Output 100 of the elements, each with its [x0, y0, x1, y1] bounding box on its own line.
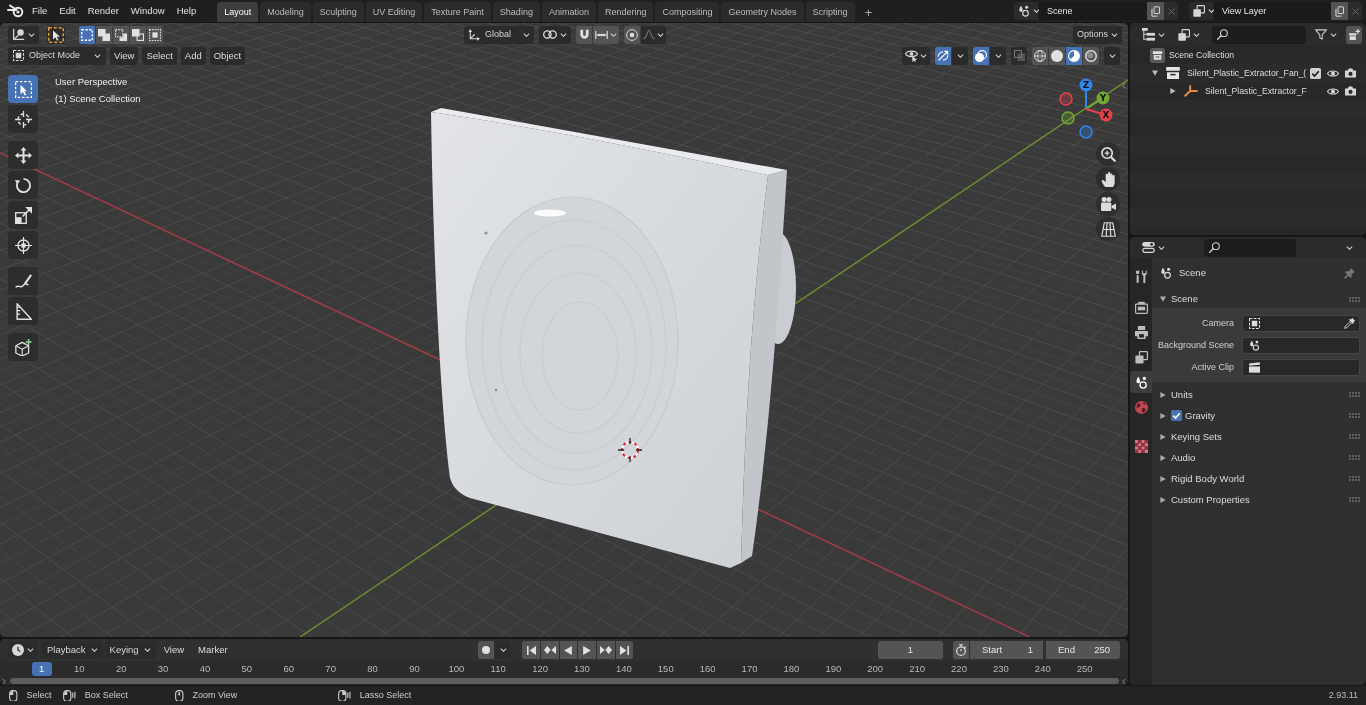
menu-dropdown[interactable]: Playback	[42, 641, 103, 659]
panel-title[interactable]: Scene	[1171, 294, 1198, 304]
checkbox-icon[interactable]	[1310, 67, 1321, 79]
workspace-tab[interactable]: Rendering	[597, 2, 654, 22]
disclosure-triangle-icon[interactable]	[1160, 454, 1166, 461]
workspace-tab[interactable]: Sculpting	[312, 2, 364, 22]
search-field[interactable]	[1204, 238, 1296, 257]
disclosure-triangle-icon[interactable]	[1160, 412, 1166, 419]
grip-dots-icon[interactable]	[1349, 476, 1360, 481]
menu-item[interactable]: Edit	[53, 2, 82, 20]
stopwatch-button[interactable]	[953, 641, 969, 659]
workspace-tab[interactable]: Layout	[217, 2, 259, 22]
disclosure-triangle-icon[interactable]	[1160, 475, 1166, 482]
remove-button[interactable]	[1348, 2, 1362, 20]
properties-tab[interactable]	[1130, 371, 1152, 393]
grip-dots-icon[interactable]	[1349, 497, 1360, 502]
eye-icon[interactable]	[1327, 86, 1339, 96]
play-button[interactable]	[578, 641, 596, 659]
disclosure-triangle-icon[interactable]	[1152, 70, 1158, 76]
checkbox-icon[interactable]	[1171, 410, 1182, 421]
grip-dots-icon[interactable]	[1349, 296, 1360, 302]
disclosure-triangle-icon[interactable]	[1160, 496, 1166, 503]
panel-title[interactable]: Units	[1171, 389, 1193, 400]
photo-camera-icon[interactable]	[1345, 86, 1356, 96]
jump-start-button[interactable]	[522, 641, 540, 659]
duplicate-button[interactable]	[1331, 2, 1348, 20]
menu-item[interactable]: File	[26, 2, 54, 20]
disclosure-triangle-icon[interactable]	[1160, 433, 1166, 440]
scene-field[interactable]: Scene	[1039, 2, 1147, 20]
app-logo-icon[interactable]	[7, 4, 24, 18]
add-workspace-button[interactable]: +	[860, 2, 877, 22]
workspace-tab[interactable]: Geometry Nodes	[721, 2, 804, 22]
workspace-tab[interactable]: Compositing	[655, 2, 720, 22]
tool-button[interactable]	[8, 267, 38, 295]
object-field[interactable]	[1242, 315, 1360, 332]
menu-dropdown[interactable]: Keying	[104, 641, 156, 659]
view-layer-field[interactable]: View Layer	[1214, 2, 1331, 20]
start-frame-field[interactable]: Start 1	[970, 641, 1043, 659]
object-field[interactable]	[1242, 337, 1360, 354]
menu-item[interactable]: Help	[170, 2, 203, 20]
negative-axis-handle[interactable]	[1059, 92, 1073, 106]
tool-button[interactable]	[8, 171, 38, 199]
tool-button[interactable]	[8, 231, 38, 259]
menu-item[interactable]: Window	[124, 2, 171, 20]
negative-axis-handle[interactable]	[1079, 125, 1093, 139]
eye-icon[interactable]	[1327, 68, 1339, 78]
disclosure-triangle-icon[interactable]	[1170, 88, 1176, 94]
workspace-tab[interactable]: Scripting	[805, 2, 855, 22]
panel-title[interactable]: Rigid Body World	[1171, 473, 1245, 484]
pushpin-icon[interactable]	[1344, 267, 1355, 279]
jump-end-button[interactable]	[615, 641, 634, 659]
editor-type-dropdown[interactable]	[8, 641, 38, 659]
tree-item-label[interactable]: Silent_Plastic_Extractor_F	[1205, 86, 1307, 96]
disclosure-triangle-icon[interactable]	[1160, 296, 1166, 302]
panel-title[interactable]: Gravity	[1185, 410, 1216, 421]
disclosure-triangle-icon[interactable]	[1160, 391, 1166, 398]
axis-handle[interactable]: Z	[1079, 78, 1093, 110]
current-frame-field[interactable]: 1	[878, 641, 943, 659]
duplicate-button[interactable]	[1147, 2, 1164, 20]
grip-dots-icon[interactable]	[1349, 392, 1360, 397]
end-frame-field[interactable]: End 250	[1046, 641, 1120, 659]
chevron-down-icon	[28, 32, 35, 37]
remove-button[interactable]	[1164, 2, 1178, 20]
new-collection-button[interactable]	[1346, 25, 1362, 44]
menu-item[interactable]: Render	[81, 2, 125, 20]
workspace-tab[interactable]: Texture Paint	[424, 2, 491, 22]
ruler-triangle-icon	[14, 302, 32, 320]
panel-title[interactable]: Custom Properties	[1171, 494, 1250, 505]
panel-title[interactable]: Audio	[1171, 452, 1196, 463]
type-dropdown[interactable]	[1014, 2, 1038, 20]
panel-title[interactable]: Keying Sets	[1171, 431, 1222, 442]
menu-item[interactable]: View	[157, 641, 191, 659]
grip-dots-icon[interactable]	[1349, 434, 1360, 439]
grip-dots-icon[interactable]	[1349, 455, 1360, 460]
object-field[interactable]	[1242, 359, 1360, 376]
workspace-tab[interactable]: Shading	[492, 2, 540, 22]
tree-item-label[interactable]: Silent_Plastic_Extractor_Fan_(	[1187, 68, 1307, 78]
play-reverse-button[interactable]	[559, 641, 578, 659]
grip-dots-icon[interactable]	[1349, 413, 1360, 418]
next-keyframe-button[interactable]	[597, 641, 615, 659]
negative-axis-handle[interactable]	[1061, 111, 1075, 125]
tool-button[interactable]	[8, 333, 38, 361]
tool-button[interactable]	[8, 75, 38, 103]
current-frame-marker[interactable]: 1	[31, 662, 52, 676]
record-button[interactable]	[478, 641, 495, 659]
tool-button[interactable]	[8, 105, 38, 133]
search-field[interactable]	[1212, 25, 1306, 44]
workspace-tab[interactable]: UV Editing	[365, 2, 423, 22]
tool-button[interactable]	[8, 201, 38, 229]
workspace-tab[interactable]: Modeling	[260, 2, 311, 22]
tool-button[interactable]	[8, 297, 38, 325]
type-dropdown[interactable]	[1189, 2, 1213, 20]
tool-button[interactable]	[8, 141, 38, 169]
tree-item-label[interactable]: Scene Collection	[1169, 50, 1235, 60]
previous-keyframe-button[interactable]	[540, 641, 559, 659]
eyedropper-icon[interactable]	[1344, 318, 1355, 329]
menu-item[interactable]: Marker	[192, 641, 234, 659]
workspace-tab[interactable]: Animation	[541, 2, 596, 22]
photo-camera-icon[interactable]	[1345, 68, 1356, 78]
timeline-scrollbar[interactable]	[10, 678, 1119, 684]
